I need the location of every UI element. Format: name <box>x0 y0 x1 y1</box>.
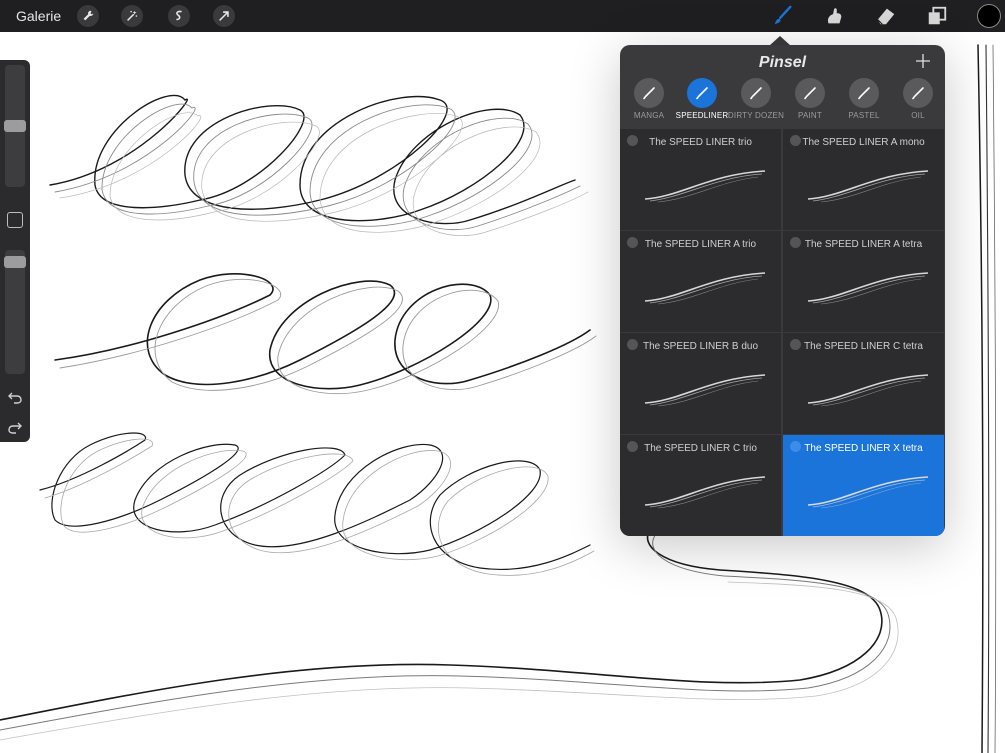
brush-stroke-preview <box>807 170 929 203</box>
selection-icon[interactable] <box>168 5 190 27</box>
stroke-bottom <box>0 529 899 741</box>
brush-stroke-preview <box>807 272 929 305</box>
left-sidebar <box>0 60 30 442</box>
brush-item[interactable]: The SPEED LINER A tetra <box>783 231 944 332</box>
layers-icon[interactable] <box>925 4 949 28</box>
brush-item[interactable]: The SPEED LINER A mono <box>783 129 944 230</box>
brush-item[interactable]: The SPEED LINER C trio <box>620 435 781 536</box>
brush-stroke-preview <box>644 170 766 203</box>
brush-name: The SPEED LINER A mono <box>802 137 925 148</box>
brush-stroke-preview <box>807 476 929 509</box>
brush-set-icon <box>795 78 825 108</box>
brush-grid: The SPEED LINER trio The SPEED LINER A mo… <box>620 129 945 536</box>
brush-set-icon <box>903 78 933 108</box>
magic-wand-icon[interactable] <box>121 5 143 27</box>
brush-stroke-preview <box>644 374 766 407</box>
redo-icon[interactable] <box>6 418 24 436</box>
brush-name: The SPEED LINER A trio <box>644 239 757 250</box>
color-picker-button[interactable] <box>977 4 1001 28</box>
brush-set-label: OIL <box>911 111 925 120</box>
brush-stroke-preview <box>807 374 929 407</box>
brush-size-slider-thumb[interactable] <box>4 120 26 132</box>
brush-name: The SPEED LINER C tetra <box>804 341 923 352</box>
brush-library-panel: Pinsel MANGA SPEEDLINER DIRTY DOZEN PAINT PA… <box>620 45 945 536</box>
brush-set-speedliner[interactable]: SPEEDLINER <box>674 76 730 128</box>
brush-set-icon <box>634 78 664 108</box>
brush-item[interactable]: The SPEED LINER A trio <box>620 231 781 332</box>
brush-set-oil[interactable]: OIL <box>890 76 945 128</box>
smudge-icon[interactable] <box>822 4 846 28</box>
brush-set-icon <box>687 78 717 108</box>
brush-item[interactable]: The SPEED LINER C tetra <box>783 333 944 434</box>
stroke-right-vertical <box>977 44 997 753</box>
eraser-icon[interactable] <box>874 4 898 28</box>
stroke-row-1 <box>49 94 589 236</box>
brush-item[interactable]: The SPEED LINER B duo <box>620 333 781 434</box>
opacity-slider[interactable] <box>5 250 25 374</box>
brush-name: The SPEED LINER C trio <box>644 443 757 454</box>
brush-set-icon <box>741 78 771 108</box>
brush-set-dirty-dozen[interactable]: DIRTY DOZEN <box>728 76 784 128</box>
brush-item[interactable]: The SPEED LINER X tetra <box>783 435 944 536</box>
brush-icon[interactable] <box>771 4 795 28</box>
add-brush-set-icon[interactable] <box>915 53 931 69</box>
opacity-slider-thumb[interactable] <box>4 255 26 268</box>
brush-set-list: MANGA SPEEDLINER DIRTY DOZEN PAINT PASTEL OIL <box>620 76 945 128</box>
brush-set-pastel[interactable]: PASTEL <box>836 76 892 128</box>
brush-item[interactable]: The SPEED LINER trio <box>620 129 781 230</box>
wrench-icon[interactable] <box>77 5 99 27</box>
stroke-row-3 <box>39 432 595 576</box>
gallery-button[interactable]: Galerie <box>16 8 61 24</box>
transform-arrow-icon[interactable] <box>213 5 235 27</box>
brush-name: The SPEED LINER B duo <box>642 341 759 352</box>
brush-name: The SPEED LINER A tetra <box>804 239 923 250</box>
brush-name: The SPEED LINER trio <box>649 137 752 148</box>
panel-title: Pinsel <box>758 54 807 71</box>
brush-set-paint[interactable]: PAINT <box>782 76 838 128</box>
brush-stroke-preview <box>644 476 766 509</box>
undo-icon[interactable] <box>6 388 24 406</box>
brush-name: The SPEED LINER X tetra <box>804 443 923 454</box>
stroke-row-2 <box>54 273 597 395</box>
brush-set-manga[interactable]: MANGA <box>621 76 677 128</box>
brush-set-icon <box>849 78 879 108</box>
brush-stroke-preview <box>644 272 766 305</box>
modify-square-icon[interactable] <box>7 212 23 228</box>
top-toolbar: Galerie <box>0 0 1005 32</box>
